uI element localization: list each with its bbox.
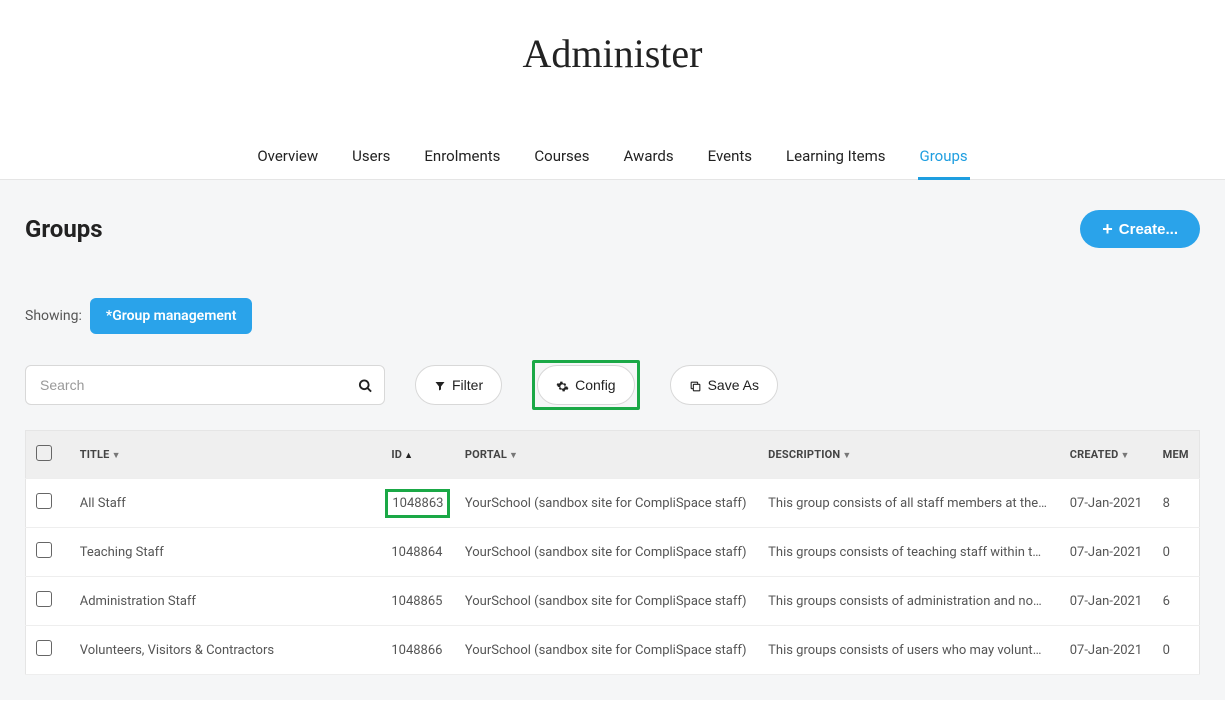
cell-description: This group consists of all staff members…	[758, 479, 1060, 528]
cell-portal: YourSchool (sandbox site for CompliSpace…	[455, 479, 758, 528]
cell-portal: YourSchool (sandbox site for CompliSpace…	[455, 577, 758, 626]
table-row[interactable]: Volunteers, Visitors & Contractors104886…	[26, 626, 1200, 675]
select-all-checkbox[interactable]	[36, 445, 52, 461]
row-checkbox[interactable]	[36, 542, 52, 558]
table-header-row: TITLE▼ ID▲ PORTAL▼ DESCRIPTION▼ CREATED▼…	[26, 431, 1200, 479]
content-area: Groups + Create... Showing: *Group manag…	[0, 180, 1225, 700]
cell-id: 1048863	[381, 479, 455, 528]
sort-asc-icon: ▲	[404, 451, 413, 461]
cell-portal: YourSchool (sandbox site for CompliSpace…	[455, 626, 758, 675]
toolbar: Filter Config Save As	[25, 360, 1200, 410]
cell-created: 07-Jan-2021	[1060, 577, 1153, 626]
showing-chip[interactable]: *Group management	[90, 298, 253, 334]
plus-icon: +	[1102, 220, 1113, 238]
cell-members: 0	[1153, 528, 1200, 577]
gear-icon	[556, 377, 569, 393]
create-button[interactable]: + Create...	[1080, 210, 1200, 248]
col-portal[interactable]: PORTAL▼	[455, 431, 758, 479]
cell-members: 0	[1153, 626, 1200, 675]
saveas-button[interactable]: Save As	[670, 365, 778, 405]
tab-bar: Overview Users Enrolments Courses Awards…	[0, 137, 1225, 180]
sort-icon: ▼	[1120, 451, 1129, 461]
sort-icon: ▼	[112, 451, 121, 461]
col-created[interactable]: CREATED▼	[1060, 431, 1153, 479]
page-title: Administer	[0, 0, 1225, 87]
config-button[interactable]: Config	[537, 365, 634, 405]
groups-table: TITLE▼ ID▲ PORTAL▼ DESCRIPTION▼ CREATED▼…	[25, 430, 1200, 675]
filter-button[interactable]: Filter	[415, 365, 502, 405]
search-wrap	[25, 365, 385, 405]
tab-courses[interactable]: Courses	[532, 137, 591, 179]
tab-users[interactable]: Users	[350, 137, 392, 179]
tab-overview[interactable]: Overview	[255, 137, 320, 179]
cell-description: This groups consists of teaching staff w…	[758, 528, 1060, 577]
col-title[interactable]: TITLE▼	[70, 431, 382, 479]
sort-icon: ▼	[842, 451, 851, 461]
cell-created: 07-Jan-2021	[1060, 528, 1153, 577]
col-description[interactable]: DESCRIPTION▼	[758, 431, 1060, 479]
config-label: Config	[575, 377, 615, 393]
cell-portal: YourSchool (sandbox site for CompliSpace…	[455, 528, 758, 577]
saveas-label: Save As	[708, 377, 759, 393]
row-checkbox[interactable]	[36, 493, 52, 509]
showing-row: Showing: *Group management	[25, 298, 1200, 334]
col-id[interactable]: ID▲	[381, 431, 455, 479]
tab-enrolments[interactable]: Enrolments	[422, 137, 502, 179]
col-members[interactable]: MEM	[1153, 431, 1200, 479]
sort-icon: ▼	[509, 451, 518, 461]
cell-title: All Staff	[70, 479, 382, 528]
cell-title: Volunteers, Visitors & Contractors	[70, 626, 382, 675]
cell-id: 1048864	[381, 528, 455, 577]
cell-created: 07-Jan-2021	[1060, 626, 1153, 675]
showing-label: Showing:	[25, 308, 82, 324]
table-row[interactable]: Administration Staff1048865YourSchool (s…	[26, 577, 1200, 626]
filter-label: Filter	[452, 377, 483, 393]
cell-title: Teaching Staff	[70, 528, 382, 577]
cell-title: Administration Staff	[70, 577, 382, 626]
tab-learning-items[interactable]: Learning Items	[784, 137, 887, 179]
row-checkbox[interactable]	[36, 640, 52, 656]
cell-members: 8	[1153, 479, 1200, 528]
tab-events[interactable]: Events	[706, 137, 754, 179]
cell-id: 1048866	[381, 626, 455, 675]
table-row[interactable]: All Staff1048863YourSchool (sandbox site…	[26, 479, 1200, 528]
copy-icon	[689, 377, 702, 393]
content-header: Groups + Create...	[25, 210, 1200, 248]
search-input[interactable]	[25, 365, 385, 405]
tab-awards[interactable]: Awards	[622, 137, 676, 179]
cell-members: 6	[1153, 577, 1200, 626]
cell-description: This groups consists of administration a…	[758, 577, 1060, 626]
table-row[interactable]: Teaching Staff1048864YourSchool (sandbox…	[26, 528, 1200, 577]
section-heading: Groups	[25, 215, 103, 243]
tab-groups[interactable]: Groups	[918, 137, 970, 179]
create-label: Create...	[1119, 221, 1178, 238]
config-highlight: Config	[532, 360, 639, 410]
search-icon[interactable]	[358, 376, 373, 395]
cell-description: This groups consists of users who may vo…	[758, 626, 1060, 675]
cell-id: 1048865	[381, 577, 455, 626]
cell-created: 07-Jan-2021	[1060, 479, 1153, 528]
row-checkbox[interactable]	[36, 591, 52, 607]
funnel-icon	[434, 377, 446, 393]
id-highlight: 1048863	[385, 489, 450, 518]
